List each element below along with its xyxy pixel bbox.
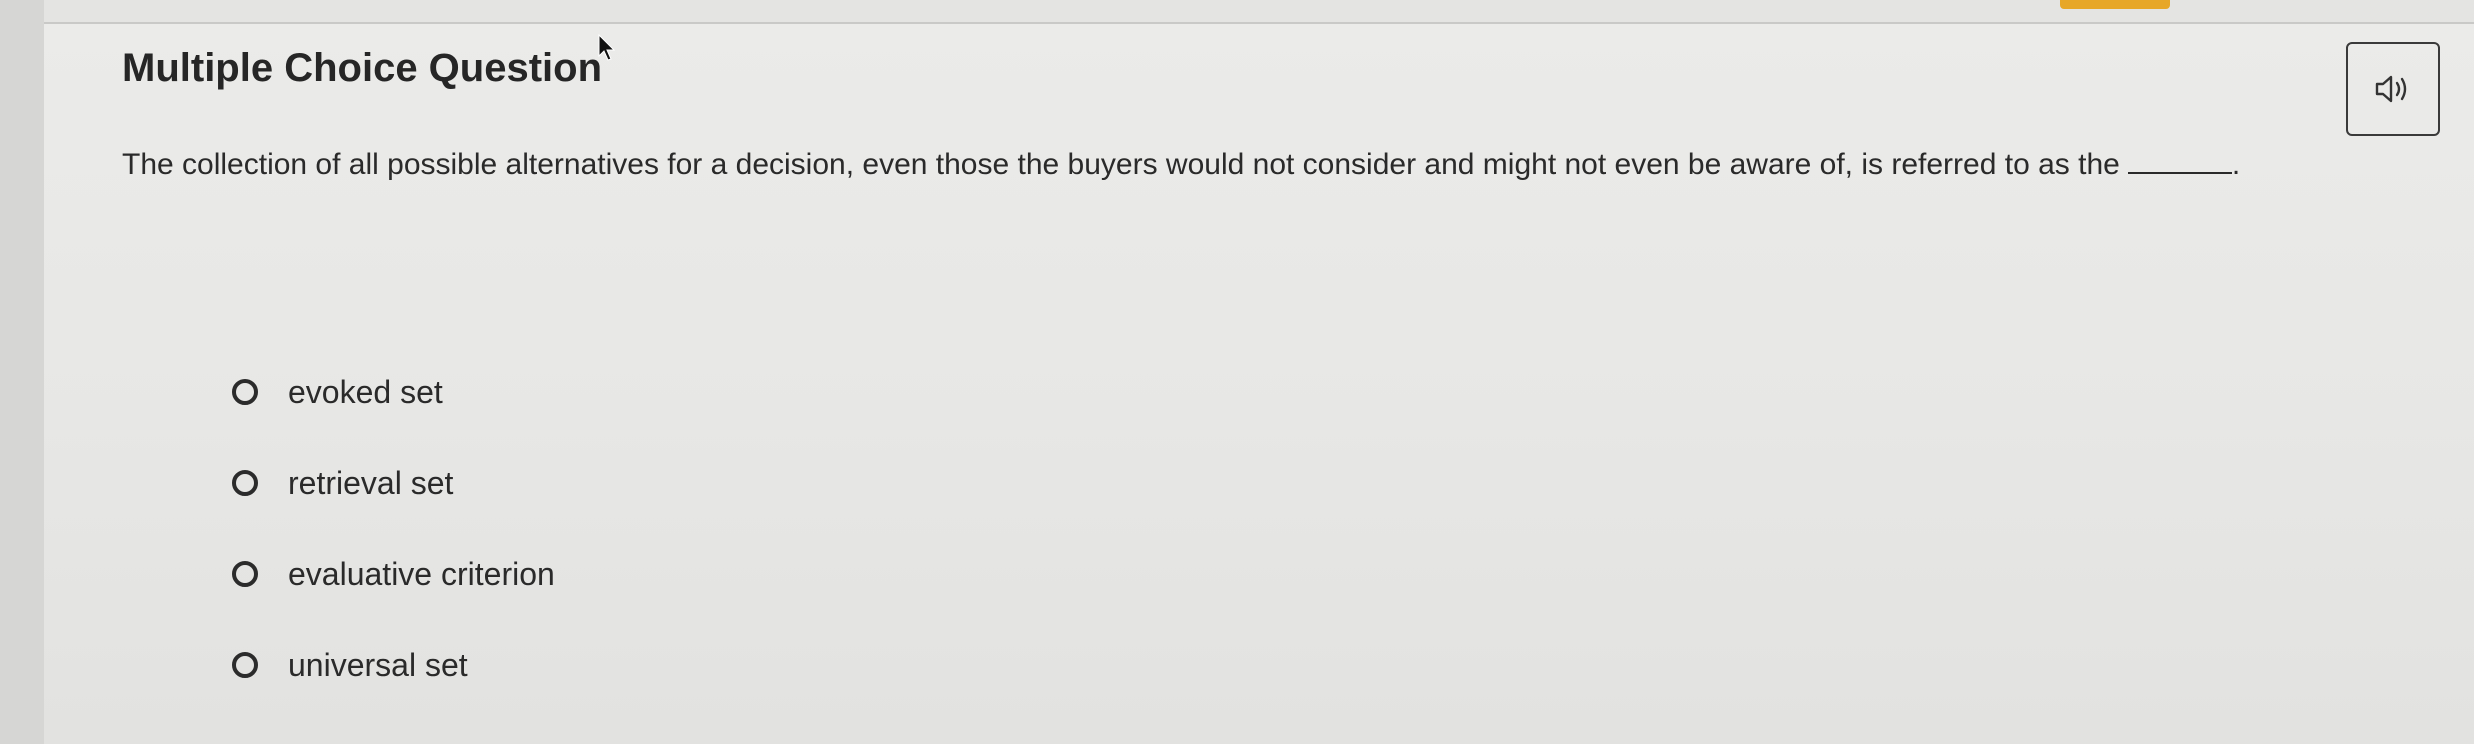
option-label: evoked set	[288, 373, 443, 410]
option-label: universal set	[288, 646, 468, 683]
question-text: The collection of all possible alternati…	[122, 148, 2120, 181]
option-label: evaluative criterion	[288, 555, 555, 592]
option-universal-set[interactable]: universal set	[232, 635, 555, 695]
option-label: retrieval set	[288, 464, 454, 501]
radio-button[interactable]	[232, 561, 258, 587]
question-period: .	[2231, 148, 2241, 181]
question-heading: Multiple Choice Question	[122, 46, 603, 90]
read-aloud-button[interactable]	[2346, 42, 2440, 136]
speaker-icon	[2375, 75, 2407, 103]
option-evaluative-criterion[interactable]: evaluative criterion	[232, 544, 555, 604]
option-evoked-set[interactable]: evoked set	[232, 362, 555, 422]
left-edge-panel	[0, 0, 44, 744]
radio-button[interactable]	[232, 379, 258, 405]
question-prompt: The collection of all possible alternati…	[122, 148, 2240, 182]
radio-button[interactable]	[232, 652, 258, 678]
answer-options: evoked set retrieval set evaluative crit…	[232, 362, 555, 726]
option-retrieval-set[interactable]: retrieval set	[232, 453, 555, 513]
answer-blank	[2127, 148, 2232, 174]
radio-button[interactable]	[232, 470, 258, 496]
top-accent-tab[interactable]	[2060, 0, 2170, 9]
mouse-pointer-icon	[598, 34, 616, 61]
